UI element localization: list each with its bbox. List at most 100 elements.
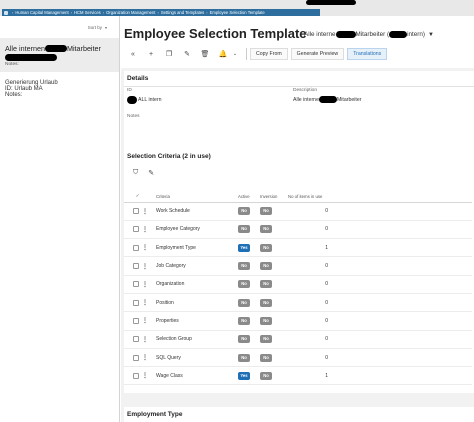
id-value: ALL intern: [127, 96, 161, 104]
redaction-mark: [306, 0, 356, 5]
row-checkbox[interactable]: [133, 372, 139, 379]
breadcrumb-item-org-management[interactable]: Organization Management: [106, 10, 155, 15]
active-toggle[interactable]: Yes: [238, 371, 250, 380]
template-selector[interactable]: Alle interne Mitarbeiter ( intern) ▼: [304, 31, 434, 38]
criteria-name[interactable]: Properties: [156, 311, 238, 331]
detail-pane: Employee Selection Template Alle interne…: [121, 16, 474, 422]
row-checkbox[interactable]: [133, 244, 139, 251]
row-checkbox[interactable]: [133, 336, 139, 343]
active-toggle[interactable]: No: [238, 298, 250, 307]
translations-button[interactable]: Translations: [347, 48, 388, 60]
table-row[interactable]: ⋮ Organization No No 0: [124, 275, 472, 294]
row-menu-icon[interactable]: ⋮: [142, 245, 148, 251]
inversion-toggle[interactable]: No: [260, 335, 272, 344]
criteria-name[interactable]: Selection Group: [156, 330, 238, 349]
row-checkbox[interactable]: [133, 281, 139, 288]
sort-control[interactable]: Sort by ▾: [0, 16, 119, 38]
items-in-use-count: 0: [288, 220, 332, 240]
row-menu-icon[interactable]: ⋮: [142, 264, 148, 270]
row-menu-icon[interactable]: ⋮: [142, 373, 148, 379]
table-row[interactable]: ⋮ Employee Category No No 0: [124, 220, 472, 240]
breadcrumb-item-hcm[interactable]: Human Capital Management: [15, 10, 68, 15]
active-toggle[interactable]: No: [238, 316, 250, 325]
inversion-toggle[interactable]: No: [260, 298, 272, 307]
row-checkbox[interactable]: [133, 317, 139, 324]
row-menu-icon[interactable]: ⋮: [142, 318, 148, 324]
inversion-toggle[interactable]: No: [260, 353, 272, 362]
row-checkbox[interactable]: [133, 354, 139, 361]
add-icon[interactable]: +: [145, 48, 157, 60]
select-all-checkbox[interactable]: ✓: [133, 191, 142, 203]
edit-icon[interactable]: ✎: [148, 169, 154, 177]
breadcrumb-item-hcm-services[interactable]: HCM Services: [74, 10, 101, 15]
row-menu-icon[interactable]: ⋮: [142, 300, 148, 306]
delete-icon[interactable]: 🗑: [199, 48, 211, 60]
criteria-name[interactable]: Work Schedule: [156, 202, 238, 221]
inversion-toggle[interactable]: No: [260, 280, 272, 289]
table-row[interactable]: ⋮ Work Schedule No No 0: [124, 202, 472, 221]
list-item-title-suffix: Mitarbeiter: [66, 44, 101, 53]
list-item[interactable]: Alle internen Mitarbeiter Notes:: [0, 38, 119, 72]
notification-icon[interactable]: 🔔: [217, 48, 229, 60]
inversion-toggle[interactable]: No: [260, 207, 272, 216]
collapse-pane-icon[interactable]: «: [127, 48, 139, 60]
list-item[interactable]: Generierung Urlaub ID: Urlaub MA Notes:: [0, 72, 119, 106]
table-row[interactable]: ⋮ Position No No 0: [124, 293, 472, 313]
row-menu-icon[interactable]: ⋮: [142, 282, 148, 288]
active-toggle[interactable]: No: [238, 353, 250, 362]
table-row[interactable]: ⋮ Wage Class Yes No 1: [124, 366, 472, 386]
table-row[interactable]: ⋮ Properties No No 0: [124, 311, 472, 331]
row-menu-icon[interactable]: ⋮: [142, 355, 148, 361]
table-row[interactable]: ⋮ Employment Type Yes No 1: [124, 238, 472, 258]
row-checkbox[interactable]: [133, 226, 139, 233]
copy-from-button[interactable]: Copy From: [250, 48, 288, 60]
criteria-name[interactable]: Position: [156, 293, 238, 313]
list-item-title-prefix: Alle internen: [5, 44, 45, 53]
list-item-notes: Notes:: [5, 62, 19, 67]
items-in-use-count: 0: [288, 330, 332, 349]
inversion-toggle[interactable]: No: [260, 225, 272, 234]
row-menu-icon[interactable]: ⋮: [142, 209, 148, 215]
items-in-use-count: 0: [288, 348, 332, 368]
criteria-name[interactable]: Organization: [156, 275, 238, 294]
active-toggle[interactable]: No: [238, 262, 250, 271]
table-row[interactable]: ⋮ Selection Group No No 0: [124, 330, 472, 349]
breadcrumb-separator: ›: [102, 10, 105, 15]
subtitle-suffix: intern): [407, 31, 425, 38]
row-checkbox[interactable]: [133, 208, 139, 215]
items-in-use-count: 0: [288, 311, 332, 331]
breadcrumb-item-settings[interactable]: Settings and Templates: [161, 10, 204, 15]
breadcrumb-separator: ›: [157, 10, 159, 15]
home-icon[interactable]: [4, 10, 8, 15]
inversion-toggle[interactable]: No: [260, 243, 272, 252]
section-title: Employment Type: [127, 411, 183, 418]
row-menu-icon[interactable]: ⋮: [142, 227, 148, 233]
row-menu-icon[interactable]: ⋮: [142, 337, 148, 343]
table-row[interactable]: ⋮ SQL Query No No 0: [124, 348, 472, 368]
filter-icon[interactable]: ⛉: [133, 169, 138, 177]
criteria-name[interactable]: SQL Query: [156, 348, 238, 368]
active-toggle[interactable]: No: [238, 225, 250, 234]
criteria-name[interactable]: Employment Type: [156, 238, 238, 258]
inversion-toggle[interactable]: No: [260, 316, 272, 325]
inversion-toggle[interactable]: No: [260, 371, 272, 380]
table-row[interactable]: ⋮ Job Category No No 0: [124, 256, 472, 276]
active-toggle[interactable]: No: [238, 280, 250, 289]
criteria-name[interactable]: Wage Class: [156, 366, 238, 386]
column-inversion: Inversion: [260, 191, 288, 203]
row-checkbox[interactable]: [133, 263, 139, 270]
items-in-use-count: 0: [288, 256, 332, 276]
chevron-down-icon[interactable]: ⌄: [229, 48, 241, 60]
active-toggle[interactable]: No: [238, 335, 250, 344]
generate-preview-button[interactable]: Generate Preview: [290, 48, 345, 60]
criteria-name[interactable]: Employee Category: [156, 220, 238, 240]
inversion-toggle[interactable]: No: [260, 262, 272, 271]
list-item-notes: Notes:: [5, 92, 23, 98]
active-toggle[interactable]: Yes: [238, 243, 250, 252]
copy-icon[interactable]: ❐: [163, 48, 175, 60]
criteria-name[interactable]: Job Category: [156, 256, 238, 276]
active-toggle[interactable]: No: [238, 207, 250, 216]
id-value-text: ALL intern: [138, 97, 162, 103]
row-checkbox[interactable]: [133, 299, 139, 306]
edit-icon[interactable]: ✎: [181, 48, 193, 60]
